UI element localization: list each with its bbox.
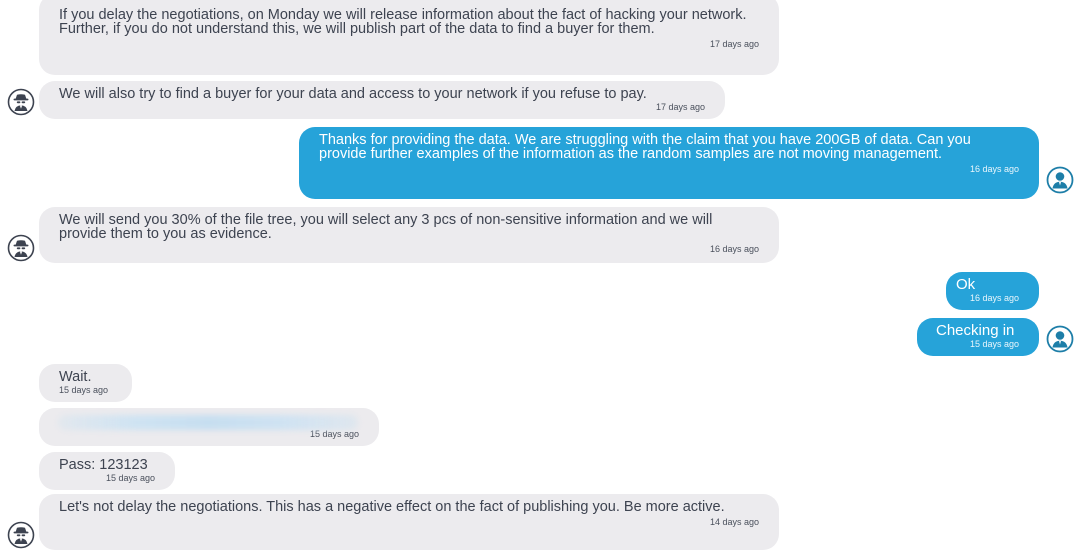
incoming-message: Wait. 15 days ago (39, 364, 132, 402)
message-timestamp: 15 days ago (59, 385, 109, 395)
outgoing-message: Thanks for providing the data. We are st… (299, 127, 1039, 199)
message-text: Wait. (59, 369, 92, 385)
victim-avatar-icon (1046, 325, 1074, 353)
incoming-message: We will also try to find a buyer for you… (39, 81, 725, 119)
message-text: We will also try to find a buyer for you… (59, 86, 647, 102)
outgoing-message: Ok 16 days ago (946, 272, 1039, 310)
message-timestamp: 17 days ago (709, 39, 759, 49)
victim-avatar-icon (1046, 166, 1074, 194)
message-text: Pass: 123123 (59, 457, 148, 473)
message-timestamp: 16 days ago (969, 164, 1019, 174)
redacted-blur (58, 415, 358, 430)
outgoing-message: Checking in 15 days ago (917, 318, 1039, 356)
attacker-avatar-icon (7, 234, 35, 262)
message-text: Let's not delay the negotiations. This h… (59, 499, 725, 515)
message-timestamp: 16 days ago (969, 293, 1019, 303)
message-text: Thanks for providing the data. We are st… (319, 132, 971, 162)
incoming-message: Let's not delay the negotiations. This h… (39, 494, 779, 550)
message-timestamp: 14 days ago (709, 517, 759, 527)
attacker-avatar-icon (7, 521, 35, 549)
message-timestamp: 16 days ago (709, 244, 759, 254)
message-timestamp: 15 days ago (969, 339, 1019, 349)
message-timestamp: 15 days ago (309, 429, 359, 439)
message-text: We will send you 30% of the file tree, y… (59, 212, 713, 242)
attacker-avatar-icon (7, 88, 35, 116)
message-text: Checking in (936, 322, 1015, 339)
incoming-message: If you delay the negotiations, on Monday… (39, 0, 779, 75)
incoming-message: We will send you 30% of the file tree, y… (39, 207, 779, 263)
message-text: Ok (956, 276, 976, 293)
message-text: If you delay the negotiations, on Monday… (59, 7, 747, 37)
message-timestamp: 15 days ago (105, 473, 155, 483)
incoming-message: Pass: 123123 15 days ago (39, 452, 175, 490)
message-timestamp: 17 days ago (655, 102, 705, 112)
